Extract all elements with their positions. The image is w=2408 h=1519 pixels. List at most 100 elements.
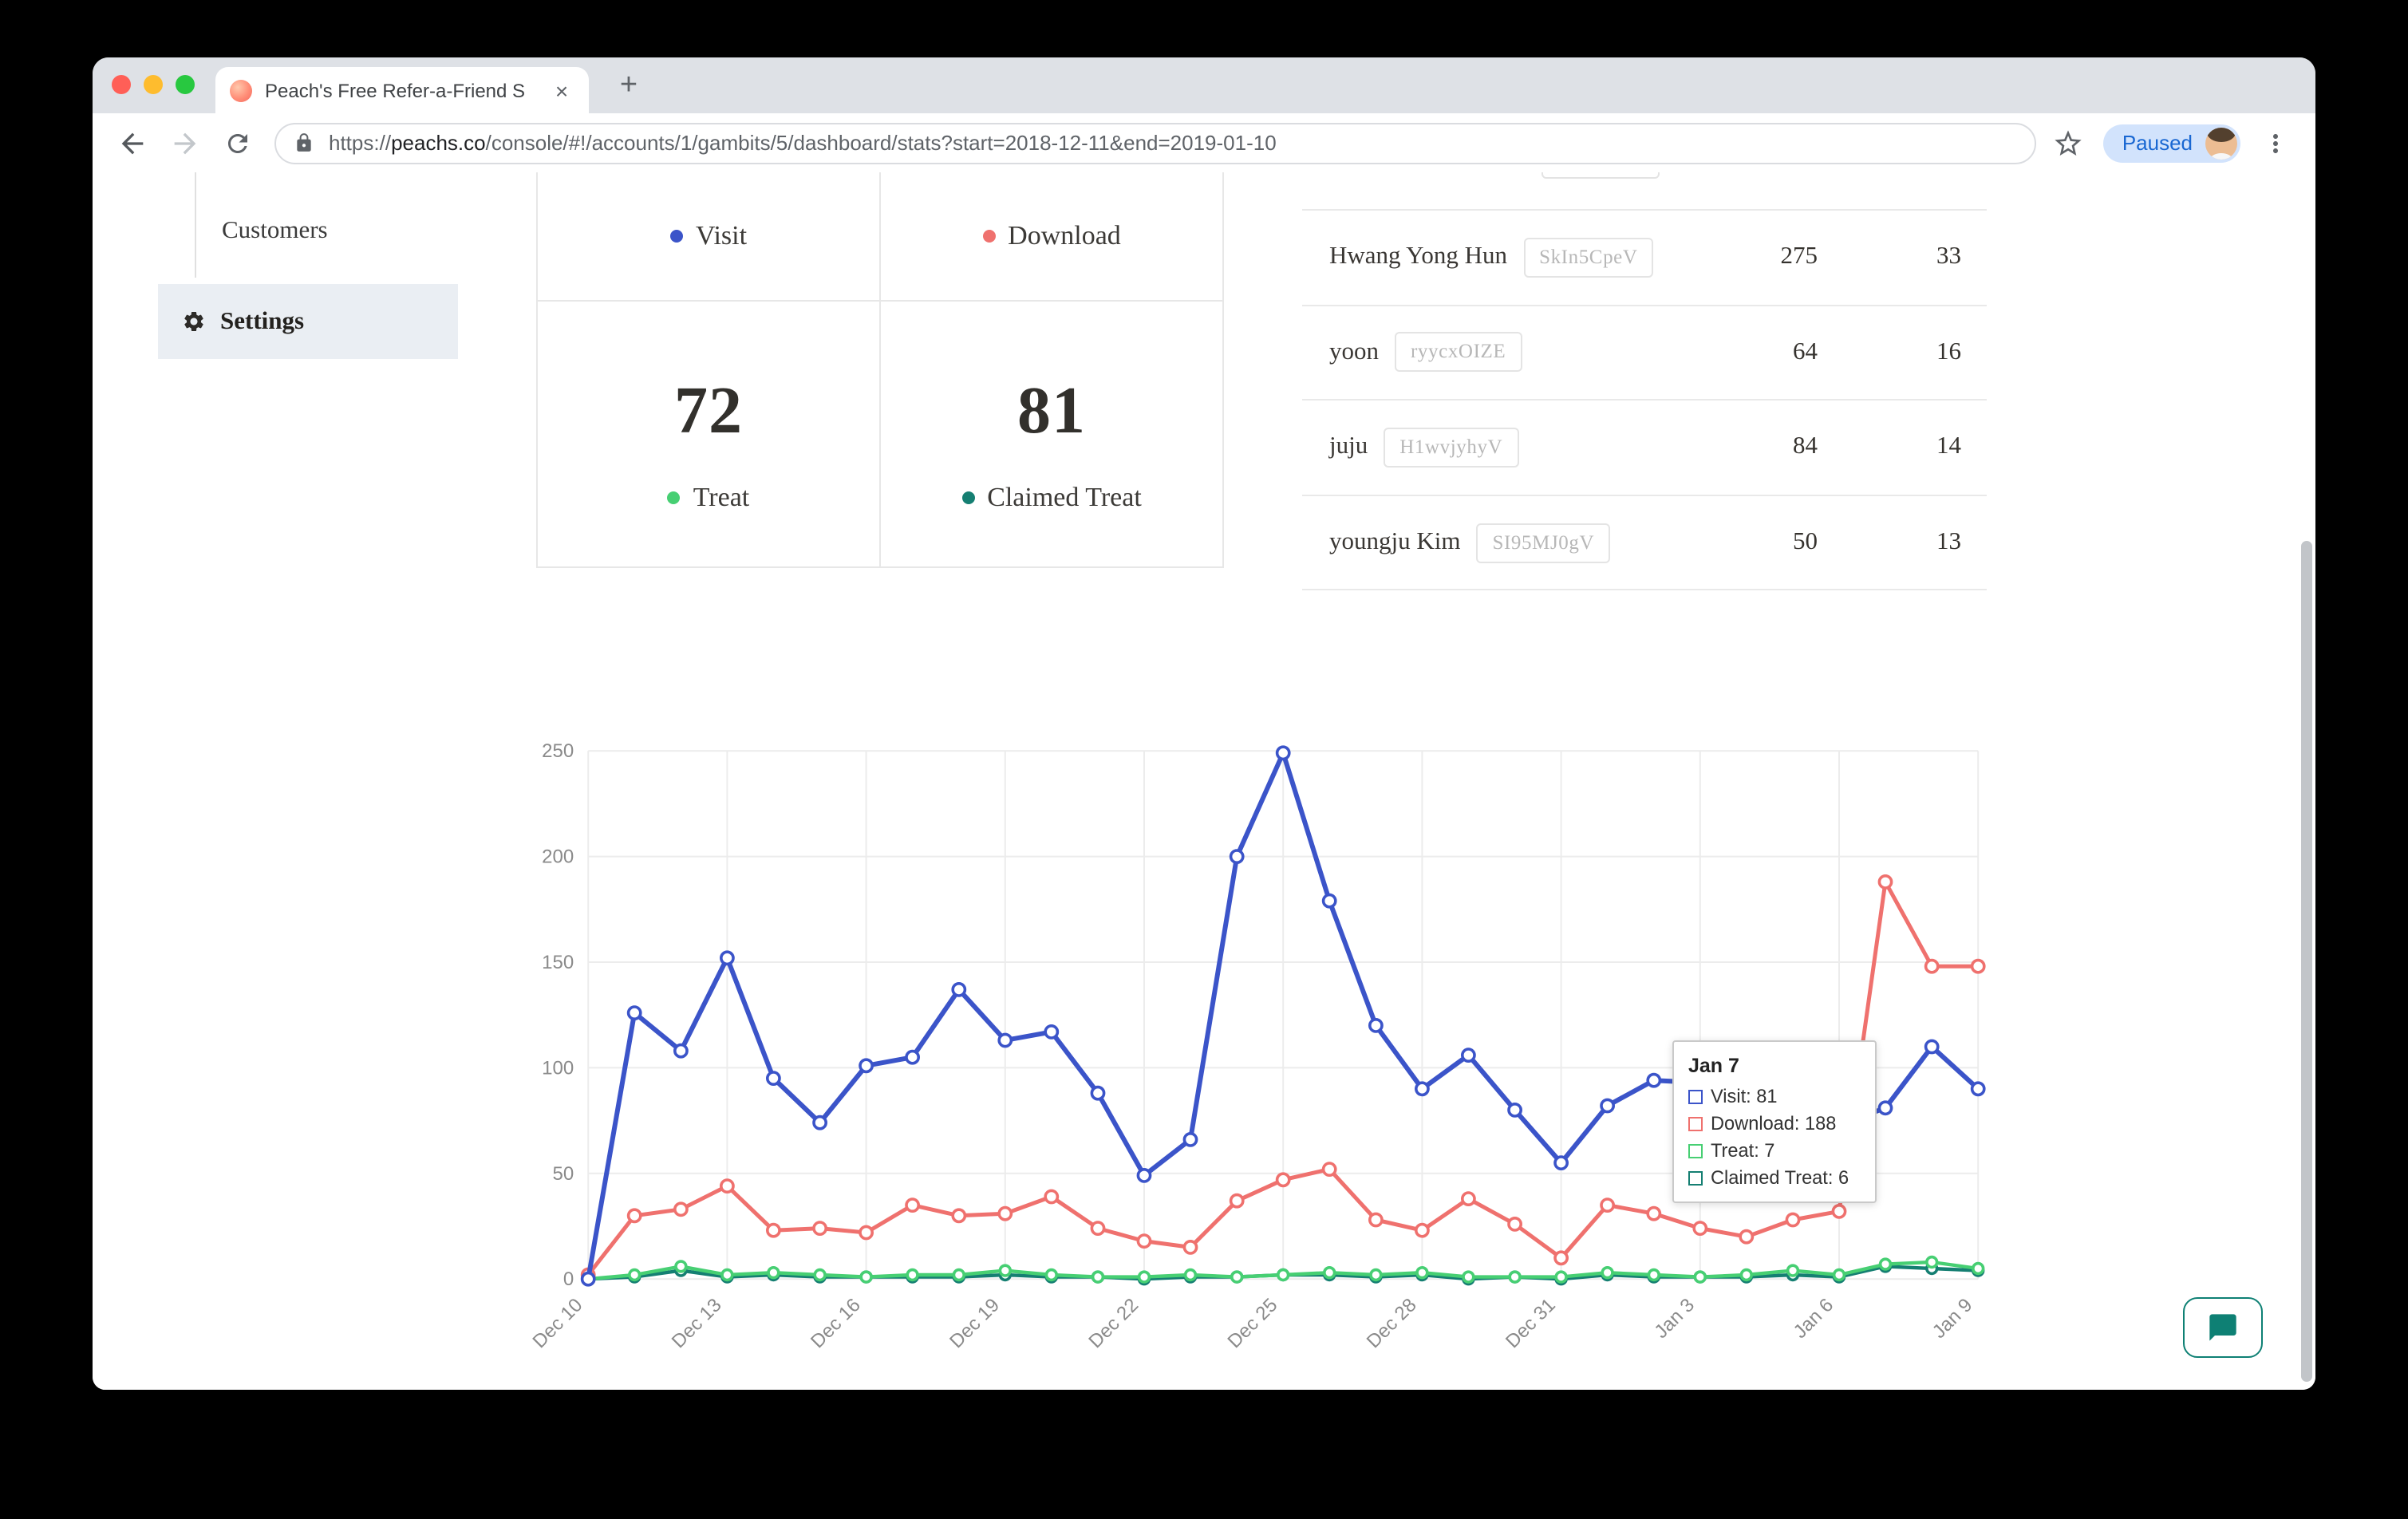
sidebar-item-settings[interactable]: Settings (158, 284, 458, 359)
chat-bubble-icon (2207, 1312, 2239, 1343)
profile-paused-chip[interactable]: Paused (2103, 124, 2240, 162)
minimize-window-button[interactable] (144, 75, 163, 94)
tab-strip: Peach's Free Refer-a-Friend S × + (93, 57, 2315, 113)
svg-text:Dec 16: Dec 16 (807, 1294, 865, 1352)
browser-window: Peach's Free Refer-a-Friend S × + https:… (93, 57, 2315, 1390)
referrer-code-badge-partial (1542, 172, 1660, 179)
page-content: Customers Settings Visit Download 72 Trea… (93, 172, 2315, 1390)
referrer-code-badge: H1wvjyhyV (1384, 428, 1518, 468)
sidebar-item-label: Settings (220, 307, 304, 336)
tab-close-button[interactable]: × (549, 77, 574, 103)
tooltip-row: Visit: 81 (1688, 1085, 1861, 1107)
reload-icon (223, 128, 252, 157)
tooltip-swatch-icon (1688, 1170, 1703, 1185)
referrer-name: yoon (1329, 338, 1379, 367)
svg-text:200: 200 (542, 846, 574, 868)
bookmark-star-button[interactable] (2049, 124, 2087, 162)
svg-text:Dec 28: Dec 28 (1363, 1294, 1421, 1352)
svg-text:Dec 25: Dec 25 (1224, 1294, 1282, 1352)
peach-favicon-icon (230, 79, 252, 101)
table-row[interactable]: youngju Kim SI95MJ0gV 50 13 (1302, 496, 1987, 591)
lock-icon (294, 132, 314, 153)
tooltip-swatch-icon (1688, 1089, 1703, 1103)
close-window-button[interactable] (112, 75, 131, 94)
back-arrow-icon (116, 127, 148, 159)
table-row[interactable]: Hwang Yong Hun SkIn5CpeV 275 33 (1302, 211, 1987, 306)
back-button[interactable] (113, 124, 152, 162)
svg-text:Dec 13: Dec 13 (668, 1294, 726, 1352)
sidebar-item-customers[interactable]: Customers (196, 203, 353, 260)
kebab-menu-icon (2261, 128, 2290, 157)
referrer-value-1: 275 (1781, 243, 1818, 272)
svg-text:Jan 3: Jan 3 (1650, 1294, 1699, 1343)
url-scheme: https:// (329, 131, 391, 155)
referrer-value-1: 84 (1793, 433, 1818, 462)
bookmark-star-icon (2052, 127, 2084, 159)
referrer-name: youngju Kim (1329, 528, 1461, 557)
svg-text:Dec 19: Dec 19 (945, 1294, 1004, 1352)
svg-text:0: 0 (563, 1268, 574, 1290)
forward-button[interactable] (166, 124, 204, 162)
svg-text:Jan 6: Jan 6 (1790, 1294, 1838, 1343)
stat-label: Treat (668, 482, 750, 514)
tooltip-row: Download: 188 (1688, 1112, 1861, 1134)
tooltip-row: Treat: 7 (1688, 1139, 1861, 1162)
svg-text:250: 250 (542, 740, 574, 762)
referrer-value-1: 50 (1793, 528, 1818, 557)
browser-tab[interactable]: Peach's Free Refer-a-Friend S × (215, 67, 589, 113)
tooltip-swatch-icon (1688, 1143, 1703, 1158)
legend-dot-icon (668, 491, 681, 504)
stat-label: Visit (670, 220, 747, 252)
screenshot-stage: Peach's Free Refer-a-Friend S × + https:… (0, 0, 2408, 1519)
referrer-name: juju (1329, 433, 1368, 462)
chat-button[interactable] (2183, 1297, 2263, 1358)
zoom-window-button[interactable] (176, 75, 195, 94)
forward-arrow-icon (169, 127, 201, 159)
url-text: https://peachs.co/console/#!/accounts/1/… (329, 131, 1277, 155)
stat-label: Download (982, 220, 1121, 252)
svg-text:Jan 9: Jan 9 (1928, 1294, 1977, 1343)
chart-tooltip: Jan 7 Visit: 81 Download: 188 Treat: 7 Clai… (1672, 1040, 1877, 1203)
avatar (2205, 127, 2237, 159)
svg-text:Dec 10: Dec 10 (529, 1294, 587, 1352)
referrer-value-2: 14 (1936, 433, 1961, 462)
referrer-value-1: 64 (1793, 338, 1818, 367)
browser-menu-button[interactable] (2256, 124, 2295, 162)
tooltip-row: Claimed Treat: 6 (1688, 1166, 1861, 1189)
referrer-value-2: 16 (1936, 338, 1961, 367)
legend-dot-icon (961, 491, 974, 504)
tooltip-swatch-icon (1688, 1116, 1703, 1130)
stat-card-download: Download (881, 172, 1222, 300)
url-domain: peachs.co (391, 131, 486, 155)
referrer-value-2: 33 (1936, 243, 1961, 272)
svg-text:Dec 31: Dec 31 (1502, 1294, 1560, 1352)
url-path: /console/#!/accounts/1/gambits/5/dashboa… (486, 131, 1277, 155)
stat-card-treat: 72 Treat (538, 302, 881, 566)
svg-text:150: 150 (542, 952, 574, 973)
stat-value: 72 (674, 377, 743, 447)
referrer-name: Hwang Yong Hun (1329, 243, 1507, 272)
reload-button[interactable] (219, 124, 257, 162)
stat-label: Claimed Treat (961, 482, 1142, 514)
url-bar[interactable]: https://peachs.co/console/#!/accounts/1/… (274, 122, 2036, 164)
svg-text:Dec 22: Dec 22 (1084, 1294, 1143, 1352)
gear-icon (182, 310, 206, 333)
referrer-value-2: 13 (1936, 528, 1961, 557)
table-row[interactable]: yoon ryycxOIZE 64 16 (1302, 306, 1987, 400)
table-row-partial (1302, 172, 1987, 211)
referrers-table: Hwang Yong Hun SkIn5CpeV 275 33 yoon ryycxOIZ… (1302, 172, 1987, 591)
legend-dot-icon (670, 230, 683, 243)
new-tab-button[interactable]: + (606, 64, 651, 108)
referrer-code-badge: ryycxOIZE (1395, 333, 1522, 373)
stats-cards: Visit Download 72 Treat 81 Claimed Treat (536, 172, 1224, 568)
scrollbar-thumb[interactable] (2301, 541, 2312, 1382)
referrer-code-badge: SI95MJ0gV (1477, 523, 1611, 562)
browser-toolbar: https://peachs.co/console/#!/accounts/1/… (93, 113, 2315, 172)
stat-card-claimed-treat: 81 Claimed Treat (881, 302, 1222, 566)
paused-label: Paused (2122, 131, 2193, 155)
tooltip-title: Jan 7 (1688, 1055, 1861, 1077)
table-row[interactable]: juju H1wvjyhyV 84 14 (1302, 400, 1987, 495)
legend-dot-icon (982, 230, 995, 243)
stat-value: 81 (1017, 377, 1086, 447)
referrer-code-badge: SkIn5CpeV (1523, 238, 1653, 278)
